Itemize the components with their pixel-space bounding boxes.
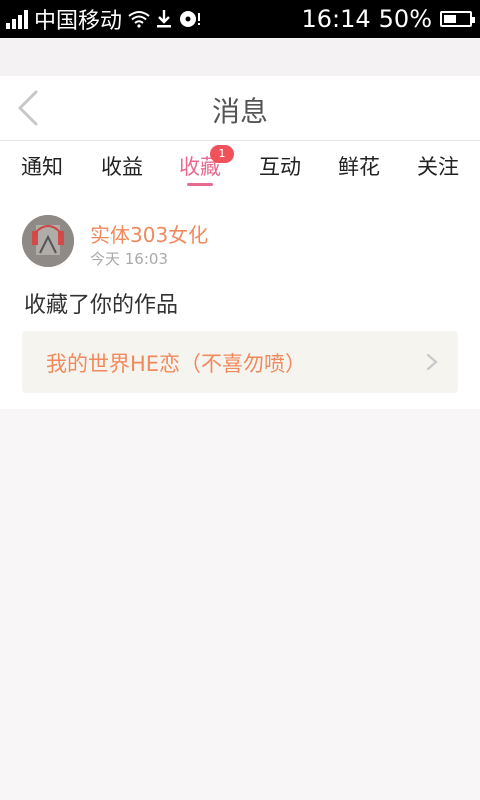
message-text: 收藏了你的作品 [24,293,179,318]
message-time: 今天 16:03 [90,250,168,268]
wifi-icon [128,11,150,28]
tab-interactions[interactable]: 互动 [250,151,310,181]
clock: 16:14 [301,5,371,33]
music-icon [180,11,201,27]
battery-icon [440,11,475,27]
signal-icon [6,9,28,29]
tab-favorites[interactable]: 收藏 1 [170,145,234,181]
page-title: 消息 [211,95,268,128]
battery-percent: 50% [378,5,432,33]
status-bar: 中国移动 16:14 50% [0,0,480,38]
unread-badge: 1 [210,145,234,163]
work-link[interactable]: 我的世界HE恋（不喜勿喷） [22,331,458,393]
tab-flowers[interactable]: 鲜花 [329,151,389,181]
tab-bar: 通知 收益 收藏 1 互动 鲜花 关注 [0,141,480,189]
active-tab-indicator [187,183,213,186]
work-title: 我的世界HE恋（不喜勿喷） [46,352,307,376]
avatar[interactable] [22,215,74,267]
tab-follows[interactable]: 关注 [408,151,468,181]
header-bar: 消息 [0,76,480,141]
avatar-image [22,215,74,267]
tab-notifications[interactable]: 通知 [12,151,72,181]
message-card: 实体303女化 今天 16:03 收藏了你的作品 我的世界HE恋（不喜勿喷） [0,189,480,409]
top-spacer [0,38,480,76]
tab-earnings[interactable]: 收益 [92,151,152,181]
download-icon [157,10,172,28]
chevron-right-icon [426,353,438,371]
carrier-label: 中国移动 [34,9,123,34]
username-link[interactable]: 实体303女化 [90,219,208,248]
